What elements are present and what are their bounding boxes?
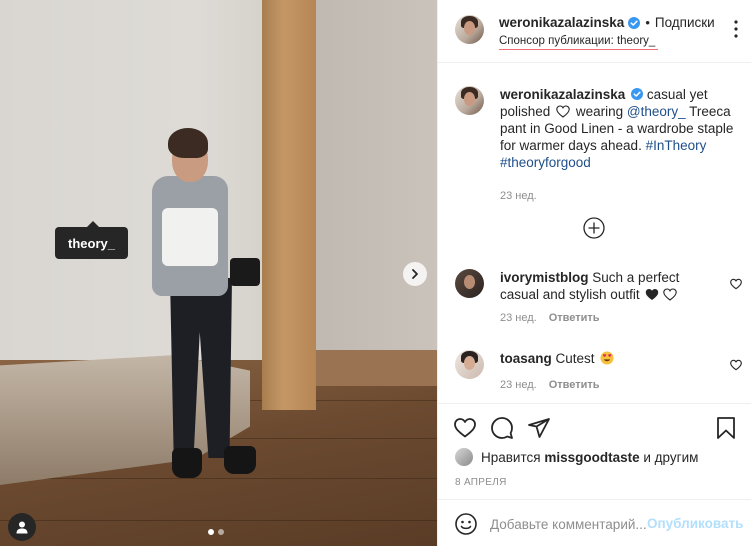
- caption-username[interactable]: weronikazalazinska: [500, 87, 625, 102]
- author-username[interactable]: weronikazalazinska: [499, 15, 624, 30]
- author-avatar[interactable]: [455, 15, 484, 44]
- photo-wood-column: [262, 0, 316, 410]
- post-header: weronikazalazinska • Подписки Спонсор пу…: [438, 0, 751, 63]
- plus-circle-icon[interactable]: [583, 217, 605, 239]
- caption-part2: wearing: [575, 104, 624, 119]
- comment-time[interactable]: 23 нед.: [500, 379, 537, 391]
- verified-badge-icon: [628, 16, 641, 29]
- post-photo[interactable]: theory_: [0, 0, 437, 546]
- sponsor-line: Спонсор публикации: theory_: [499, 35, 655, 47]
- post-date[interactable]: 8 апреля: [455, 477, 507, 488]
- paper-plane-icon[interactable]: [527, 416, 551, 440]
- sponsor-prefix: Спонсор публикации:: [499, 35, 617, 47]
- caption-hashtag[interactable]: #InTheory: [646, 138, 707, 153]
- following-button[interactable]: Подписки: [655, 15, 715, 30]
- caption-avatar[interactable]: [455, 86, 484, 115]
- comment-item: ivorymistblog Such a perfect casual and …: [455, 269, 742, 324]
- publish-button[interactable]: Опубликовать: [647, 516, 743, 531]
- commenter-avatar[interactable]: [455, 350, 484, 379]
- post-actions: [438, 403, 751, 449]
- sponsor-underline: [499, 49, 658, 50]
- white-heart-emoji-icon: [556, 105, 570, 118]
- separator-dot: •: [645, 15, 650, 30]
- caption-text: weronikazalazinska casual yet polished w…: [500, 86, 737, 205]
- likes-summary: Нравится missgoodtaste и другим: [455, 448, 698, 466]
- like-comment-heart-icon[interactable]: [730, 359, 742, 371]
- comment-icon[interactable]: [490, 416, 514, 440]
- post-sidebar: weronikazalazinska • Подписки Спонсор пу…: [437, 0, 751, 546]
- comment-text: toasang Cutest: [500, 350, 710, 367]
- comment-meta: 23 нед. Ответить: [500, 312, 737, 324]
- black-heart-emoji-icon: [646, 289, 659, 300]
- comment-body: Cutest: [555, 351, 595, 366]
- carousel-dot: [218, 529, 224, 535]
- white-heart-emoji-icon: [663, 288, 678, 301]
- product-tag[interactable]: theory_: [55, 221, 128, 259]
- chevron-right-icon: [412, 269, 418, 279]
- show-tags-button[interactable]: [8, 513, 36, 541]
- photo-model: [148, 128, 268, 498]
- reply-button[interactable]: Ответить: [549, 312, 600, 324]
- comment-time[interactable]: 23 нед.: [500, 312, 537, 324]
- bookmark-icon[interactable]: [714, 416, 738, 440]
- comment-text: ivorymistblog Such a perfect casual and …: [500, 269, 710, 303]
- product-tag-label: theory_: [68, 235, 115, 251]
- author-row: weronikazalazinska • Подписки: [499, 15, 715, 30]
- comment-username[interactable]: ivorymistblog: [500, 270, 589, 285]
- like-comment-heart-icon[interactable]: [730, 278, 742, 290]
- smiley-icon[interactable]: [454, 512, 478, 536]
- caption-time[interactable]: 23 нед.: [500, 188, 737, 205]
- photo-baseboard: [314, 350, 437, 386]
- likes-prefix: Нравится: [481, 449, 541, 465]
- comment-meta: 23 нед. Ответить: [500, 379, 737, 391]
- heart-icon[interactable]: [453, 416, 477, 440]
- liker-avatar[interactable]: [455, 448, 473, 466]
- add-comment-bar: Опубликовать: [438, 499, 751, 546]
- comment-username[interactable]: toasang: [500, 351, 552, 366]
- user-icon: [16, 521, 28, 534]
- carousel-dots: [208, 529, 224, 535]
- ellipsis-icon[interactable]: [727, 18, 745, 40]
- likes-text: Нравится missgoodtaste и другим: [481, 450, 698, 465]
- reply-button[interactable]: Ответить: [549, 379, 600, 391]
- caption-hashtag[interactable]: #theoryforgood: [500, 155, 591, 170]
- next-photo-button[interactable]: [403, 262, 427, 286]
- liker-username[interactable]: missgoodtaste: [544, 450, 639, 465]
- likes-suffix[interactable]: и другим: [643, 450, 698, 465]
- heart-eyes-emoji-icon: [600, 351, 614, 365]
- photo-wall-shadow: [314, 0, 437, 370]
- caption-mention[interactable]: @theory_: [627, 104, 686, 119]
- comment-input[interactable]: [490, 512, 648, 536]
- commenter-avatar[interactable]: [455, 269, 484, 298]
- verified-badge-icon: [631, 88, 644, 100]
- carousel-dot-active: [208, 529, 214, 535]
- post-caption: weronikazalazinska casual yet polished w…: [455, 86, 737, 205]
- comment-item: toasang Cutest 23 нед. Ответить: [455, 350, 742, 391]
- sponsor-link[interactable]: theory_: [617, 35, 655, 47]
